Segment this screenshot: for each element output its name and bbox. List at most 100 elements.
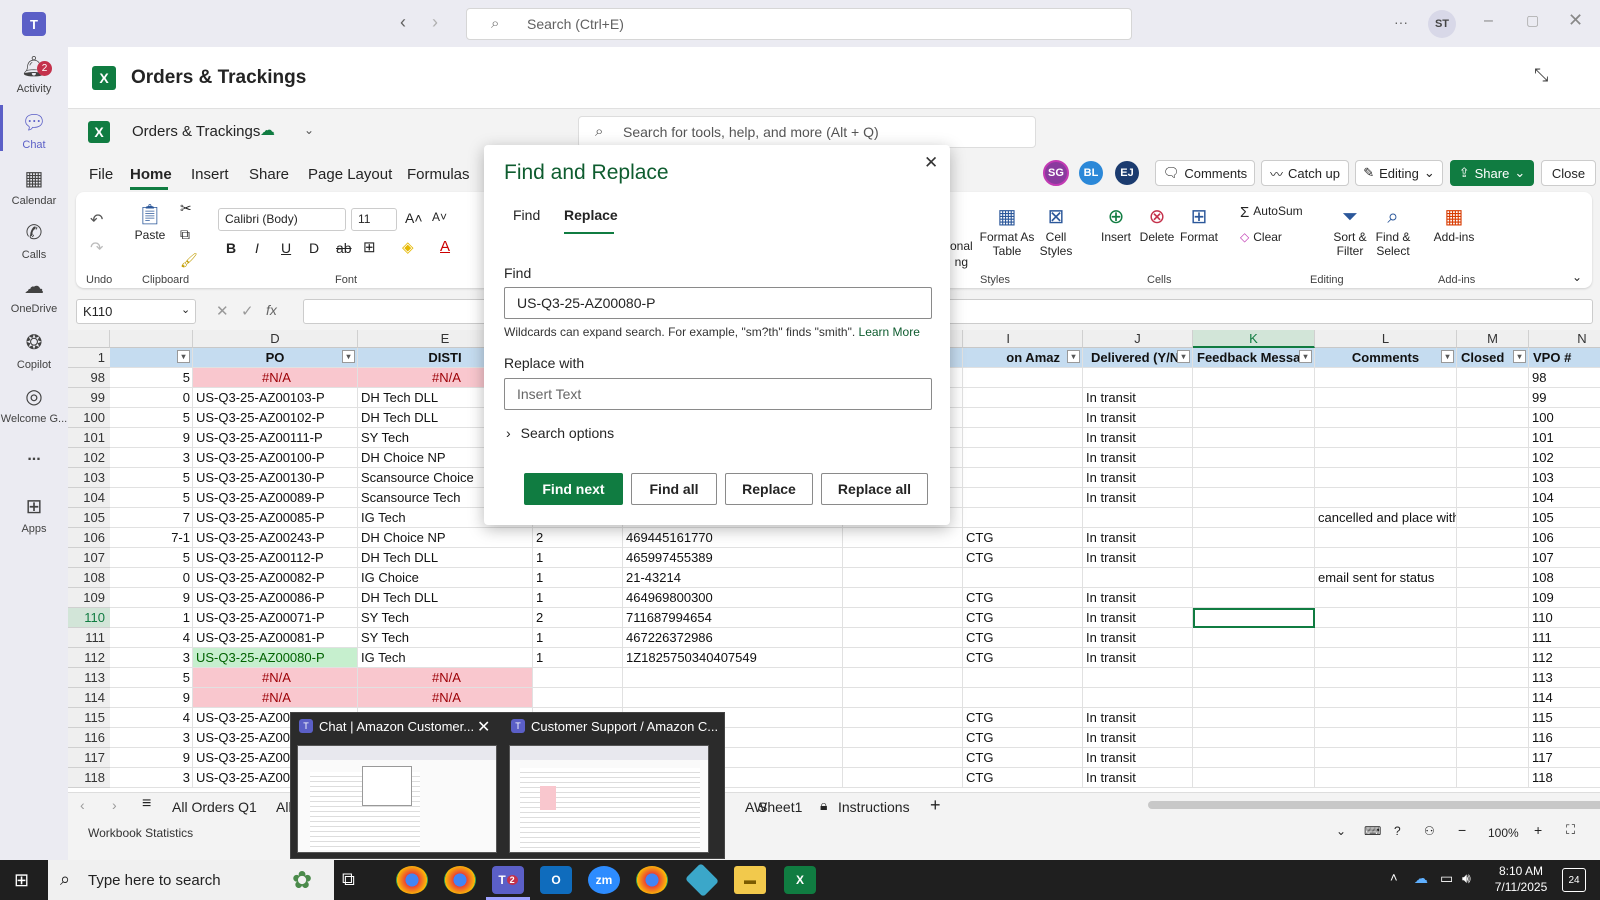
italic-icon[interactable]: I [255,240,259,256]
notification-center-icon[interactable]: 24 [1562,868,1586,892]
tab-formulas[interactable]: Formulas [407,166,470,183]
minimize-icon[interactable]: – [1484,12,1493,30]
row-header[interactable]: 99 [68,388,110,408]
table-cell-e[interactable]: #N/A [358,668,533,688]
zoom-level[interactable]: 100% [1488,826,1519,840]
table-cell-k[interactable] [1193,648,1315,668]
table-cell-j[interactable] [1083,508,1193,528]
table-cell-d[interactable]: US-Q3-25-AZ00086-P [193,588,358,608]
table-cell-k[interactable] [1193,368,1315,388]
task-view-icon[interactable]: ⧉ [342,869,355,890]
table-cell-d[interactable]: US-Q3-25-AZ00082-P [193,568,358,588]
table-cell-l[interactable] [1315,648,1457,668]
format-cells-button[interactable]: ⊞ Format [1178,204,1220,244]
table-cell-d[interactable]: US-Q3-25-AZ00103-P [193,388,358,408]
table-cell-d[interactable]: #N/A [193,688,358,708]
table-cell-n[interactable]: 107 [1529,548,1600,568]
table-cell-h[interactable] [843,608,963,628]
table-cell-c[interactable]: 5 [110,408,193,428]
teams-taskbar-icon[interactable]: T2 [492,866,524,894]
table-cell-h[interactable] [843,768,963,788]
row-header[interactable]: 113 [68,668,110,688]
table-cell-k[interactable] [1193,588,1315,608]
table-cell-m[interactable] [1457,428,1529,448]
table-cell-n[interactable]: 102 [1529,448,1600,468]
table-cell-i[interactable]: CTG [963,628,1083,648]
table-cell-n[interactable]: 113 [1529,668,1600,688]
borders-icon[interactable]: ⊞ [363,238,376,256]
table-cell-i[interactable]: CTG [963,528,1083,548]
paste-button[interactable]: 📋︎ Paste [130,202,170,242]
editing-mode-button[interactable]: ✎ Editing ⌄ [1355,160,1443,186]
table-cell-m[interactable] [1457,768,1529,788]
table-cell-c[interactable]: 3 [110,448,193,468]
cell-styles-button[interactable]: ⊠ Cell Styles [1036,204,1076,258]
table-cell-i[interactable] [963,668,1083,688]
table-cell-d[interactable]: US-Q3-25-AZ00112-P [193,548,358,568]
undo-icon[interactable]: ↶ [90,210,103,230]
excel-taskbar-icon[interactable]: X [784,866,816,894]
table-header-closed[interactable]: Closed ▾ [1457,348,1529,368]
table-cell-j[interactable]: In transit [1083,728,1193,748]
table-cell-l[interactable]: email sent for status [1315,568,1457,588]
bold-icon[interactable]: B [226,240,236,256]
table-header-cell[interactable]: ▾ [110,348,193,368]
preview-thumbnail[interactable] [509,745,709,853]
table-cell-l[interactable] [1315,608,1457,628]
table-cell-g[interactable]: 1Z1825750340407549 [623,648,843,668]
table-cell-n[interactable]: 114 [1529,688,1600,708]
table-cell-i[interactable] [963,468,1083,488]
tab-file[interactable]: File [89,166,113,183]
table-cell-h[interactable] [843,528,963,548]
table-cell-i[interactable]: CTG [963,548,1083,568]
column-header-i[interactable]: I [963,330,1083,348]
scroll-left-icon[interactable]: ‹ [80,797,85,813]
tray-chevron-icon[interactable]: ˄ [1390,870,1398,885]
table-cell-l[interactable] [1315,728,1457,748]
table-cell-j[interactable]: In transit [1083,708,1193,728]
sheet-tab-sheet1[interactable]: Sheet1 [758,799,802,815]
table-cell-c[interactable]: 5 [110,488,193,508]
column-header-m[interactable]: M [1457,330,1529,348]
zoom-app-icon[interactable]: zm [588,866,620,894]
table-cell-m[interactable] [1457,448,1529,468]
table-cell-k[interactable] [1193,388,1315,408]
table-cell-i[interactable] [963,408,1083,428]
table-cell-n[interactable]: 104 [1529,488,1600,508]
insert-cells-button[interactable]: ⊕ Insert [1098,204,1134,244]
font-size-select[interactable]: 11 [351,208,397,231]
table-cell-j[interactable] [1083,688,1193,708]
table-cell-c[interactable]: 0 [110,568,193,588]
zoom-in-icon[interactable]: + [1534,822,1542,838]
format-painter-icon[interactable]: 🖌︎ [180,252,198,269]
filter-dropdown-icon[interactable]: ▾ [1067,350,1080,363]
file-explorer-icon[interactable]: ▬ [734,866,766,894]
table-cell-k[interactable] [1193,568,1315,588]
table-cell-l[interactable] [1315,528,1457,548]
tool-search-input[interactable]: ⌕ Search for tools, help, and more (Alt … [578,116,1036,148]
table-cell-k[interactable] [1193,748,1315,768]
rail-more[interactable]: ... [0,447,68,465]
table-cell-h[interactable] [843,688,963,708]
table-cell-l[interactable] [1315,768,1457,788]
table-cell-g[interactable] [623,668,843,688]
table-cell-n[interactable]: 106 [1529,528,1600,548]
onedrive-icon[interactable]: ☁ [1414,870,1428,887]
table-cell-h[interactable] [843,668,963,688]
table-cell-c[interactable]: 1 [110,608,193,628]
table-cell-d[interactable]: US-Q3-25-AZ00080-P [193,648,358,668]
table-cell-f[interactable]: 1 [533,548,623,568]
tab-page-layout[interactable]: Page Layout [308,166,392,183]
table-cell-n[interactable]: 100 [1529,408,1600,428]
table-cell-l[interactable] [1315,588,1457,608]
table-cell-i[interactable]: CTG [963,608,1083,628]
help-icon[interactable]: ? [1394,824,1401,838]
table-cell-m[interactable] [1457,748,1529,768]
insert-function-icon[interactable]: fx [266,302,277,318]
table-cell-j[interactable]: In transit [1083,588,1193,608]
table-cell-i[interactable]: CTG [963,728,1083,748]
replace-input[interactable]: Insert Text [504,378,932,410]
table-cell-k[interactable] [1193,448,1315,468]
addins-button[interactable]: ▦ Add-ins [1432,204,1476,244]
scroll-right-icon[interactable]: › [112,797,117,813]
